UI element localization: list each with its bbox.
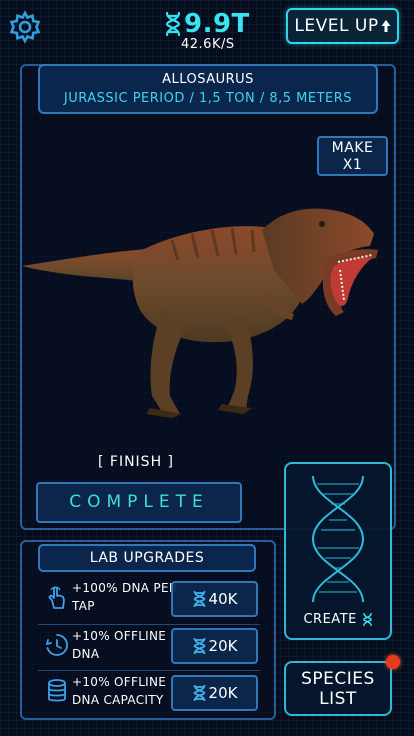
offline-clock-icon xyxy=(45,634,68,656)
upgrade-dna-capacity-button[interactable]: 20K xyxy=(171,675,258,711)
upgrade-cost: 20K xyxy=(208,637,238,655)
upgrade-offline-dna-button[interactable]: 20K xyxy=(171,628,258,664)
species-list-button[interactable]: SPECIES LIST xyxy=(284,661,392,716)
upgrade-dna-per-tap-button[interactable]: 40K xyxy=(171,581,258,617)
storage-database-icon xyxy=(48,679,66,702)
upgrade-dna-capacity-text: +10% OFFLINE DNA CAPACITY xyxy=(72,675,167,707)
finish-label: [ FINISH ] xyxy=(97,454,175,470)
make-multiplier: X1 xyxy=(342,157,363,173)
dna-icon xyxy=(193,684,205,702)
upgrade-dna-per-tap-text: +100% DNA PER TAP xyxy=(72,581,178,613)
dna-amount: 9.9T xyxy=(184,9,250,39)
species-name: ALLOSAURUS xyxy=(162,72,254,87)
species-list-label-1: SPECIES xyxy=(301,669,375,689)
level-up-label: LEVEL UP xyxy=(294,16,379,36)
complete-button[interactable]: COMPLETE xyxy=(36,482,242,523)
dna-rate: 42.6K/S xyxy=(181,37,235,52)
gear-icon[interactable] xyxy=(8,10,42,44)
lab-upgrades-title: LAB UPGRADES xyxy=(38,544,256,572)
create-label: CREATE xyxy=(284,612,392,627)
species-list-label-2: LIST xyxy=(319,689,357,709)
upgrade-cost: 40K xyxy=(208,590,238,608)
dna-icon xyxy=(165,11,181,37)
species-info: JURASSIC PERIOD / 1,5 TON / 8,5 METERS xyxy=(63,91,353,106)
arrow-up-icon xyxy=(381,20,391,32)
tap-hand-icon xyxy=(48,586,65,609)
upgrade-cost: 20K xyxy=(208,684,238,702)
divider xyxy=(38,624,260,625)
level-up-button[interactable]: LEVEL UP xyxy=(286,8,399,44)
divider xyxy=(38,670,260,671)
notification-badge xyxy=(386,655,400,669)
species-title-box: ALLOSAURUS JURASSIC PERIOD / 1,5 TON / 8… xyxy=(38,64,378,114)
make-label: MAKE xyxy=(331,140,374,156)
make-button[interactable]: MAKE X1 xyxy=(317,136,388,176)
allosaurus-image[interactable] xyxy=(22,200,382,422)
dna-icon xyxy=(193,637,205,655)
upgrade-offline-dna-text: +10% OFFLINE DNA xyxy=(72,629,167,661)
dna-helix-icon xyxy=(311,475,365,603)
dna-icon xyxy=(193,590,205,608)
dna-icon xyxy=(362,612,372,627)
